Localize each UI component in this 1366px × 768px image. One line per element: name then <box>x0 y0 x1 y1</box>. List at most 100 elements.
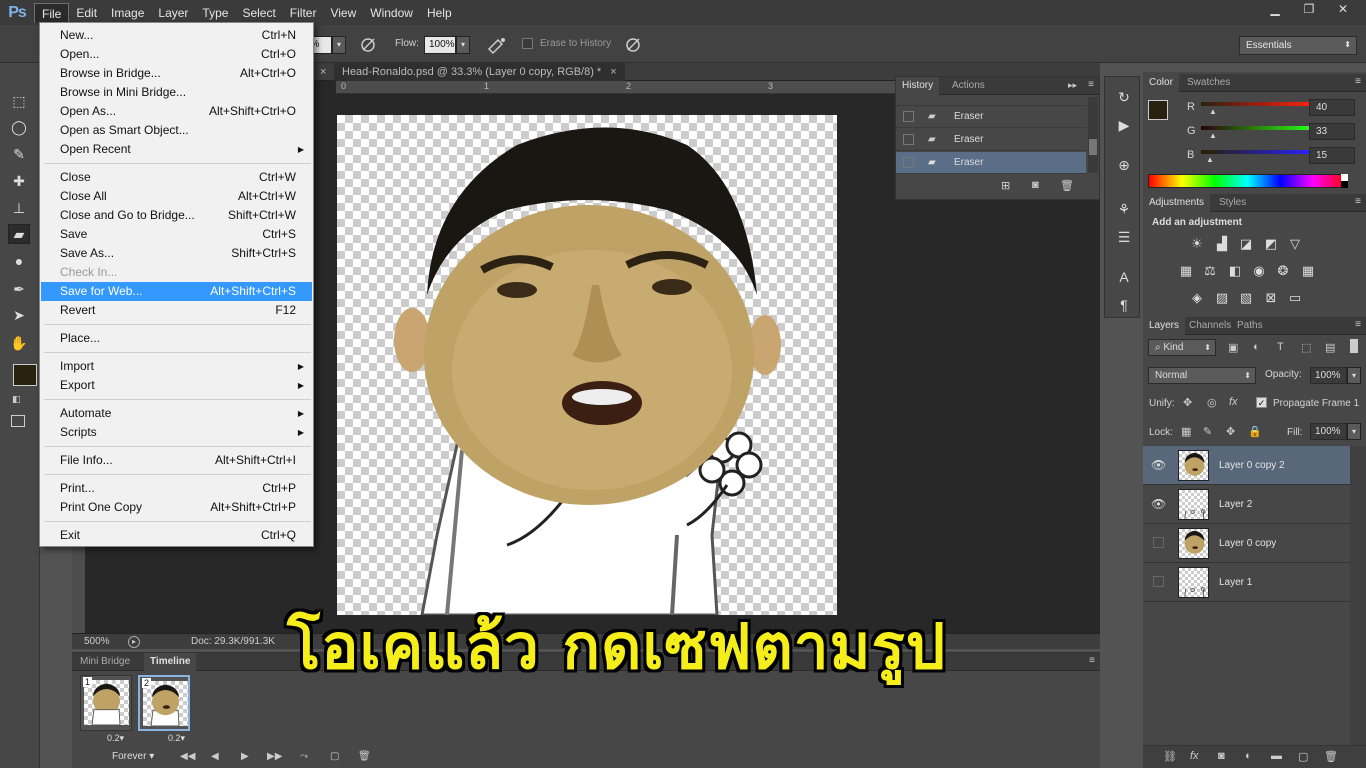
quick-mask-icon[interactable] <box>11 415 25 427</box>
file-menu-item[interactable]: Scripts ▶ <box>41 423 312 442</box>
fill-dropdown[interactable]: ▾ <box>1347 423 1361 440</box>
animation-frame[interactable]: 1 <box>80 675 132 731</box>
layer-row[interactable]: 👁 Layer 0 copy 2 <box>1143 446 1350 485</box>
brightness-icon[interactable]: ☀ <box>1189 237 1205 251</box>
history-item[interactable]: ▰ Eraser <box>896 129 1086 151</box>
brush-presets-icon[interactable]: ☰ <box>1113 227 1135 247</box>
propagate-checkbox[interactable]: ✓ <box>1256 397 1267 408</box>
panel-menu-icon[interactable]: ≡ <box>1355 196 1361 207</box>
file-menu-item[interactable]: Close All Alt+Ctrl+W <box>41 187 312 206</box>
new-document-from-state-icon[interactable]: ⊞ <box>1001 179 1010 192</box>
new-adjustment-icon[interactable]: ◐ <box>1245 750 1252 762</box>
document-canvas[interactable] <box>337 115 837 615</box>
tab-timeline[interactable]: Timeline <box>144 653 197 671</box>
selective-color-icon[interactable]: ⊠ <box>1263 291 1279 305</box>
tab-styles[interactable]: Styles <box>1213 194 1252 212</box>
duplicate-frame-icon[interactable]: ▢ <box>330 751 339 762</box>
file-menu-item[interactable]: Import ▶ <box>41 357 312 376</box>
gradient-map-icon[interactable]: ▭ <box>1287 291 1303 305</box>
tab-actions[interactable]: Actions <box>946 77 991 95</box>
actions-panel-icon[interactable]: ▶ <box>1113 115 1135 135</box>
link-layers-icon[interactable]: ⛓ <box>1163 750 1177 763</box>
workspace-switcher[interactable]: Essentials ⬍ <box>1239 36 1357 55</box>
next-frame-icon[interactable]: ▶▶ <box>267 751 282 762</box>
opacity-dropdown[interactable]: ▾ <box>332 36 346 54</box>
layer-row[interactable]: Layer 0 copy <box>1143 524 1350 563</box>
pen-tool-icon[interactable]: ✒ <box>8 279 30 299</box>
file-menu-item[interactable]: File Info... Alt+Shift+Ctrl+I <box>41 451 312 470</box>
play-icon[interactable]: ▶ <box>241 751 249 762</box>
close-button[interactable]: ✕ <box>1328 0 1358 18</box>
menu-edit[interactable]: Edit <box>69 3 104 23</box>
animation-frame-selected[interactable]: 2 <box>138 675 190 731</box>
blend-mode-select[interactable]: Normal ⬍ <box>1148 367 1256 384</box>
file-menu-item[interactable]: Open As... Alt+Shift+Ctrl+O <box>41 102 312 121</box>
add-style-icon[interactable]: fx <box>1190 750 1199 762</box>
prev-frame-icon[interactable]: ◀ <box>211 751 219 762</box>
restore-button[interactable]: ❐ <box>1294 0 1324 18</box>
collapse-icon[interactable]: ▸▸ <box>1068 80 1077 91</box>
panel-menu-icon[interactable]: ≡ <box>1089 655 1095 666</box>
threshold-icon[interactable]: ▧ <box>1238 291 1254 305</box>
new-layer-icon[interactable]: ▢ <box>1298 750 1308 763</box>
pixel-filter-icon[interactable]: ▣ <box>1228 341 1238 354</box>
vibrance-icon[interactable]: ▽ <box>1287 237 1303 251</box>
close-tab-icon[interactable]: × <box>610 66 616 78</box>
file-menu-item[interactable]: Save for Web... Alt+Shift+Ctrl+S <box>41 282 312 301</box>
document-tab[interactable]: Head-Ronaldo.psd @ 33.3% (Layer 0 copy, … <box>334 63 625 81</box>
posterize-icon[interactable]: ▨ <box>1214 291 1230 305</box>
tween-icon[interactable]: ⤳ <box>300 751 308 762</box>
file-menu-item[interactable]: Exit Ctrl+Q <box>41 526 312 545</box>
red-slider[interactable] <box>1201 102 1311 106</box>
zoom-level[interactable]: 500% <box>84 636 110 647</box>
menu-filter[interactable]: Filter <box>283 3 324 23</box>
visibility-toggle[interactable] <box>1153 537 1164 548</box>
channel-mixer-icon[interactable]: ❂ <box>1275 264 1291 278</box>
blur-tool-icon[interactable]: ● <box>8 251 30 271</box>
file-menu-item[interactable]: Browse in Bridge... Alt+Ctrl+O <box>41 64 312 83</box>
visibility-toggle[interactable] <box>1153 576 1164 587</box>
first-frame-icon[interactable]: ◀◀ <box>180 751 195 762</box>
menu-select[interactable]: Select <box>235 3 282 23</box>
eye-icon[interactable]: 👁 <box>1151 497 1166 511</box>
shape-filter-icon[interactable]: ⬚ <box>1301 341 1311 354</box>
menu-help[interactable]: Help <box>420 3 459 23</box>
minimize-button[interactable]: ▁ <box>1260 0 1290 18</box>
panel-menu-icon[interactable]: ≡ <box>1355 319 1361 330</box>
tab-history[interactable]: History <box>896 77 940 95</box>
levels-icon[interactable]: ▟ <box>1214 237 1230 251</box>
history-scrollbar[interactable] <box>1088 97 1098 173</box>
new-group-icon[interactable]: ▬ <box>1271 750 1282 762</box>
type-filter-icon[interactable]: T <box>1277 341 1284 353</box>
eye-icon[interactable]: 👁 <box>1151 458 1166 472</box>
hand-tool-icon[interactable]: ✋ <box>8 333 30 353</box>
menu-type[interactable]: Type <box>195 3 235 23</box>
adjustment-filter-icon[interactable]: ◐ <box>1253 341 1260 353</box>
properties-panel-icon[interactable]: ⊕ <box>1113 155 1135 175</box>
file-menu-item[interactable]: Place... <box>41 329 312 348</box>
paragraph-panel-icon[interactable]: ¶ <box>1113 295 1135 315</box>
file-menu-item[interactable]: Export ▶ <box>41 376 312 395</box>
color-foreground-swatch[interactable] <box>1148 100 1168 120</box>
info-icon[interactable]: ▸ <box>128 636 140 648</box>
trash-icon[interactable]: 🗑 <box>1060 179 1074 192</box>
file-menu-item[interactable]: Save Ctrl+S <box>41 225 312 244</box>
camera-icon[interactable]: ◙ <box>1032 179 1039 191</box>
pressure-size-icon[interactable] <box>623 35 643 55</box>
slider-thumb[interactable]: ▲ <box>1206 155 1214 164</box>
layer-row[interactable]: 👁 Layer 2 <box>1143 485 1350 524</box>
lock-transparent-icon[interactable]: ▦ <box>1181 425 1191 438</box>
frame-delay[interactable]: 0.2▾ <box>107 733 124 744</box>
delete-frame-icon[interactable]: 🗑 <box>358 751 371 762</box>
blue-slider[interactable] <box>1201 150 1311 154</box>
panel-menu-icon[interactable]: ≡ <box>1355 76 1361 87</box>
file-menu-item[interactable]: Close and Go to Bridge... Shift+Ctrl+W <box>41 206 312 225</box>
green-slider[interactable] <box>1201 126 1311 130</box>
character-panel-icon[interactable]: A <box>1113 267 1135 287</box>
filter-toggle[interactable] <box>1350 339 1358 353</box>
foreground-color-swatch[interactable] <box>13 364 37 386</box>
loop-select[interactable]: Forever ▾ <box>112 751 172 766</box>
healing-tool-icon[interactable]: ✚ <box>8 171 30 191</box>
lock-all-icon[interactable]: 🔒 <box>1248 425 1262 438</box>
tab-channels[interactable]: Channels <box>1183 317 1237 335</box>
